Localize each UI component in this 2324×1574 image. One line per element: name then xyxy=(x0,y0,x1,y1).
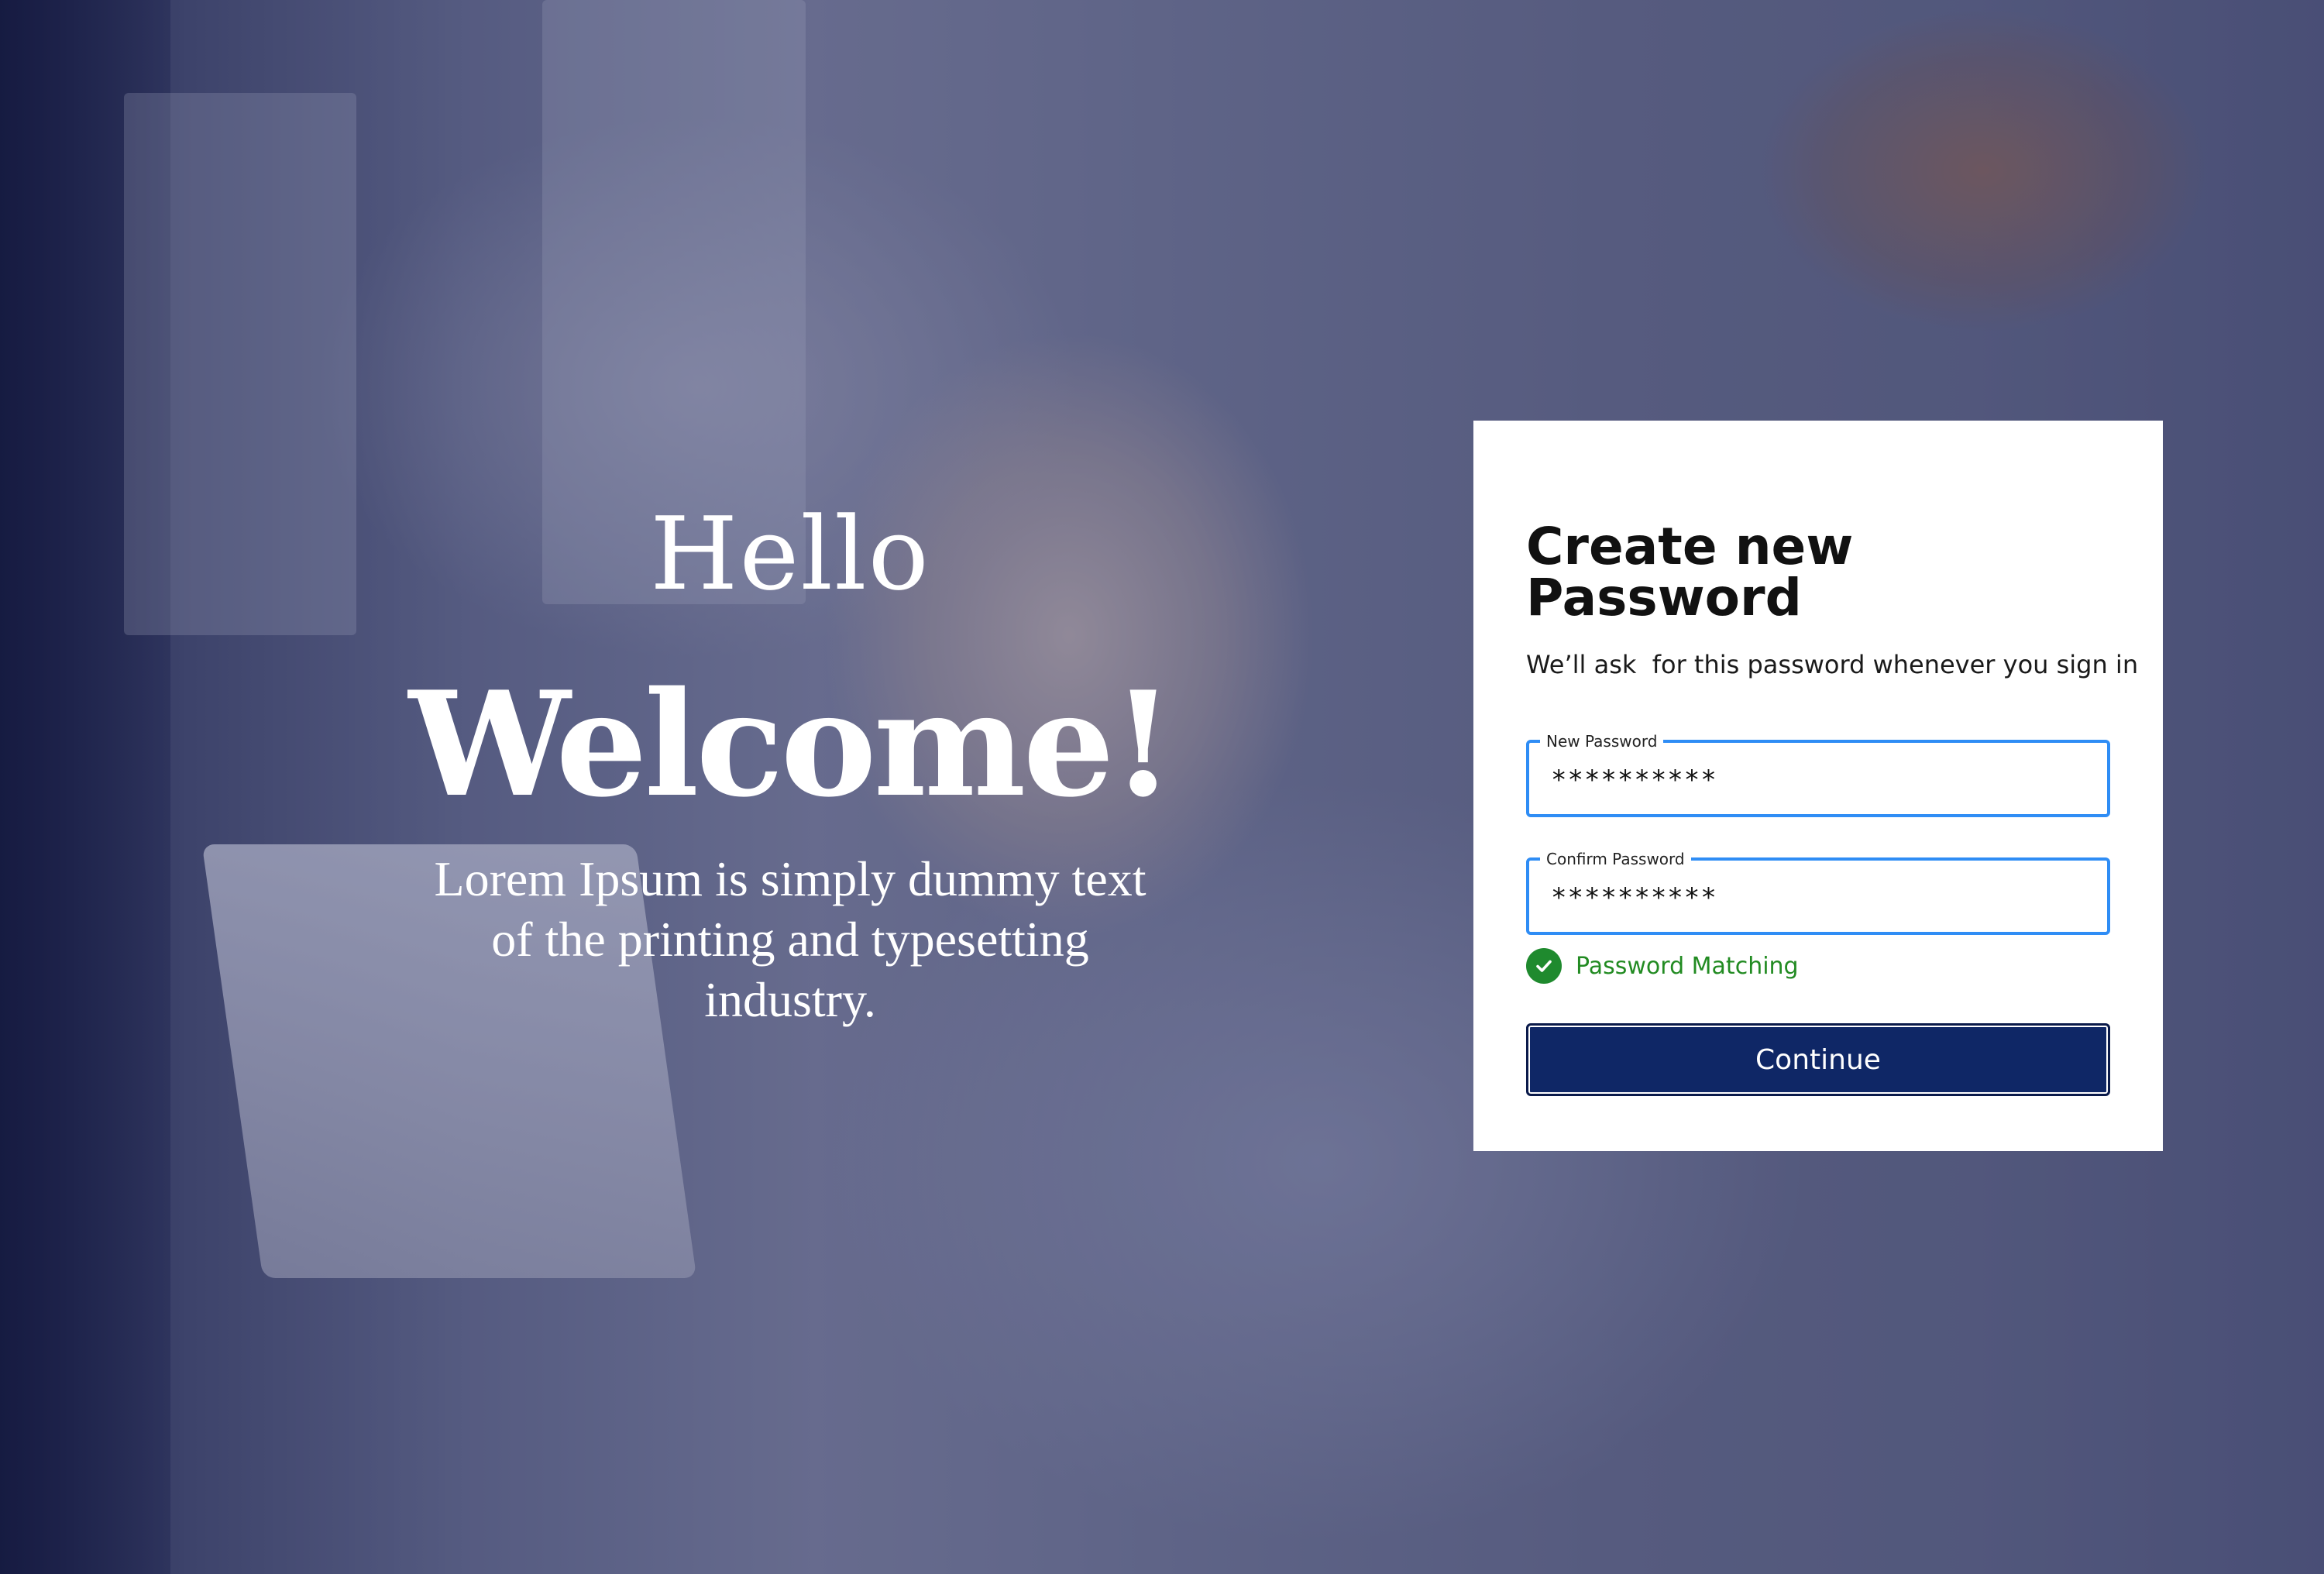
hero-greeting: Hello xyxy=(650,495,930,613)
password-match-status: Password Matching xyxy=(1526,947,2110,985)
form-subtitle: We’ll ask for this password whenever you… xyxy=(1526,650,2139,679)
continue-button[interactable]: Continue xyxy=(1526,1023,2110,1096)
confirm-password-label: Confirm Password xyxy=(1540,850,1691,868)
confirm-password-field[interactable]: Confirm Password xyxy=(1526,850,2110,935)
new-password-label: New Password xyxy=(1540,732,1664,751)
new-password-input[interactable] xyxy=(1551,765,2078,796)
hero-description: Lorem Ipsum is simply dummy text of the … xyxy=(434,851,1147,1027)
form-title: Create new Password xyxy=(1526,517,1854,627)
create-password-card: Create new Password We’ll ask for this p… xyxy=(1473,421,2163,1151)
password-match-text: Password Matching xyxy=(1576,952,1799,980)
check-circle-icon xyxy=(1526,948,1562,984)
new-password-field[interactable]: New Password xyxy=(1526,732,2110,817)
welcome-hero: Hello Welcome! Lorem Ipsum is simply dum… xyxy=(403,503,1177,1030)
confirm-password-input[interactable] xyxy=(1551,882,2078,913)
hero-headline: Welcome! xyxy=(408,659,1175,829)
